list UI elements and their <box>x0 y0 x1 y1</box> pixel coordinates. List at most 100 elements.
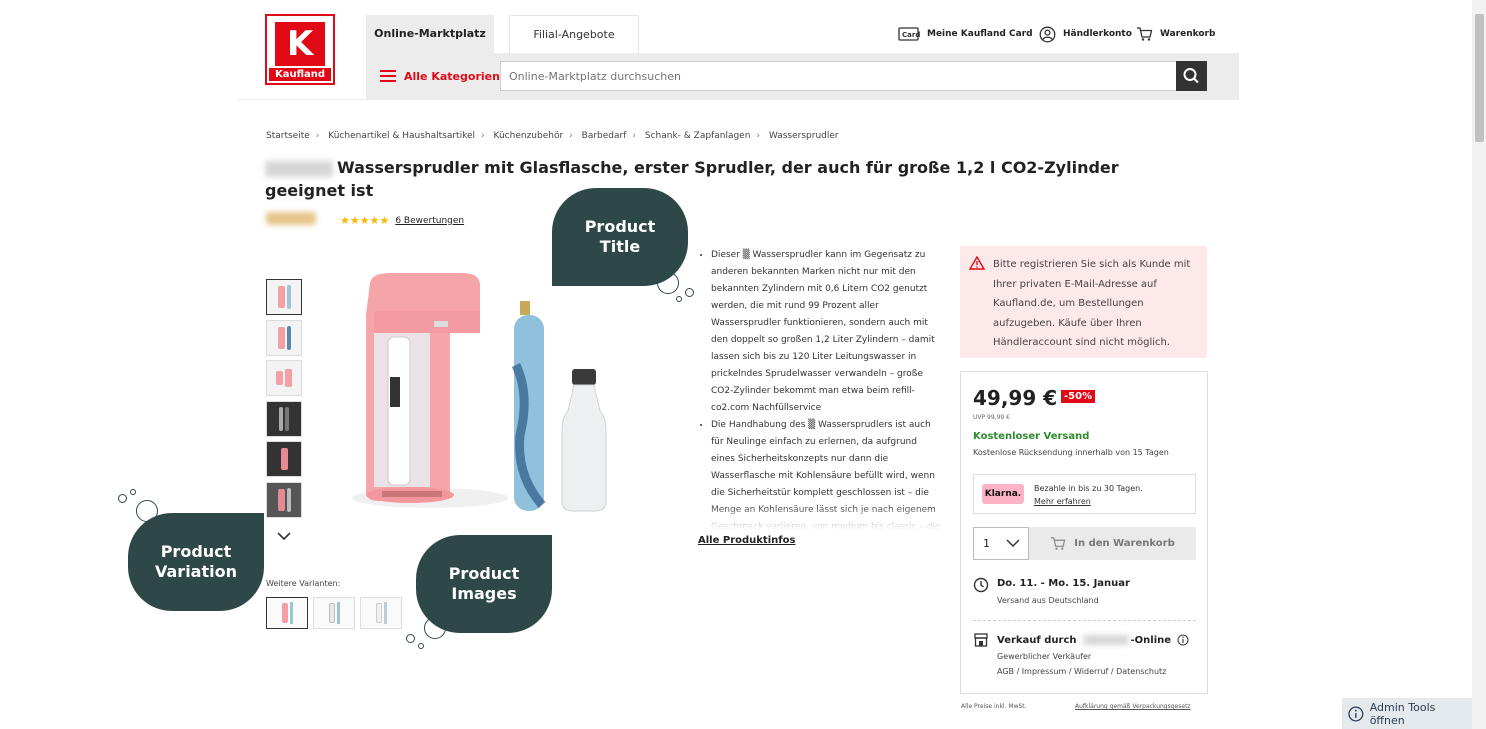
variant-thumbnail[interactable] <box>266 597 308 629</box>
brand-logo-redacted <box>266 212 316 225</box>
thumbnail[interactable] <box>266 401 302 437</box>
delivery-date: Do. 11. - Mo. 15. Januar <box>997 578 1130 589</box>
quantity-value: 1 <box>983 537 990 550</box>
chevron-down-icon <box>1006 539 1020 548</box>
search-input[interactable] <box>500 61 1177 91</box>
card-icon: Card <box>898 27 920 41</box>
breadcrumb-item[interactable]: Wassersprudler <box>769 131 839 141</box>
add-to-cart-button[interactable]: In den Warenkorb <box>1029 527 1196 560</box>
logo-wordmark: Kaufland <box>269 68 331 81</box>
registration-notice: Bitte registrieren Sie sich als Kunde mi… <box>960 246 1207 358</box>
warning-icon <box>969 256 985 270</box>
klarna-more-link[interactable]: Mehr erfahren <box>1034 495 1143 508</box>
variant-thumbnail[interactable] <box>313 597 355 629</box>
header-divider <box>238 99 1238 100</box>
clock-icon <box>973 577 989 593</box>
kaufland-logo[interactable]: K Kaufland <box>265 14 335 85</box>
uvp-price: UVP 99,99 € <box>973 414 1010 421</box>
menu-icon <box>380 70 396 82</box>
product-title: Wassersprudler mit Glasflasche, erster S… <box>265 158 1119 200</box>
klarna-text: Bezahle in bis zu 30 Tagen. <box>1034 484 1143 493</box>
tab-online-marktplatz[interactable]: Online-Marktplatz <box>366 15 494 53</box>
quantity-select[interactable]: 1 <box>973 527 1029 560</box>
callout-text: Product Images <box>448 564 520 603</box>
admin-tools-button[interactable]: Admin Tools öffnen <box>1342 698 1472 729</box>
brand-name-redacted <box>265 160 333 177</box>
haendlerkonto-label: Händlerkonto <box>1063 29 1132 39</box>
callout-ring <box>424 617 446 639</box>
breadcrumb-item[interactable]: Schank- & Zapfanlagen <box>645 131 751 141</box>
delivery-origin: Versand aus Deutschland <box>997 596 1099 605</box>
discount-badge: -50% <box>1061 390 1096 403</box>
free-shipping: Kostenloser Versand <box>973 431 1090 442</box>
scrollbar-thumb[interactable] <box>1475 14 1484 142</box>
seller-info: Verkauf durch -Online Gewerblicher Verkä… <box>973 632 1189 676</box>
callout-text: Product Variation <box>155 542 237 581</box>
breadcrumb-item[interactable]: Startseite <box>266 131 310 141</box>
klarna-logo: Klarna. <box>982 484 1024 504</box>
callout-ring <box>130 489 136 495</box>
cart-link[interactable]: Warenkorb <box>1136 24 1215 44</box>
delivery-info: Do. 11. - Mo. 15. Januar Versand aus Deu… <box>973 577 1130 605</box>
svg-text:Card: Card <box>902 31 920 39</box>
product-image[interactable] <box>330 255 670 535</box>
product-title-block: Wassersprudler mit Glasflasche, erster S… <box>265 156 1165 202</box>
chevron-down-icon[interactable] <box>276 527 292 546</box>
returns-info: Kostenlose Rücksendung innerhalb von 15 … <box>973 448 1169 457</box>
thumbnail[interactable] <box>266 320 302 356</box>
callout-ring <box>136 500 158 522</box>
seller-type: Gewerblicher Verkäufer <box>997 652 1092 661</box>
admin-tools-label: Admin Tools öffnen <box>1369 700 1436 727</box>
thumbnail[interactable] <box>266 360 302 396</box>
product-description: Dieser ▒ Wassersprudler kann im Gegensat… <box>699 247 941 530</box>
packaging-law-link[interactable]: Aufklärung gemäß Verpackungsgesetz <box>1075 703 1191 710</box>
variant-thumbnail[interactable] <box>360 597 402 629</box>
search-icon <box>1183 68 1199 84</box>
thumbnail[interactable] <box>266 441 302 477</box>
klarna-box: Klarna. Bezahle in bis zu 30 Tagen. Mehr… <box>973 474 1196 514</box>
info-icon[interactable] <box>1177 634 1189 646</box>
callout-ring <box>418 643 424 649</box>
rating[interactable]: ★★★★★ 6 Bewertungen <box>340 214 464 227</box>
seller-name-redacted <box>1082 635 1129 645</box>
callout-ring <box>657 272 679 294</box>
thumbnail[interactable] <box>266 279 302 315</box>
cart-icon <box>1051 537 1066 550</box>
callout-ring <box>685 288 694 297</box>
tab-filial-angebote[interactable]: Filial-Angebote <box>509 15 639 53</box>
seller-suffix: -Online <box>1130 634 1172 646</box>
kaufland-card-link[interactable]: Card Meine Kaufland Card <box>898 24 1033 44</box>
reviews-link[interactable]: 6 Bewertungen <box>395 216 464 226</box>
prices-note: Alle Preise inkl. MwSt. <box>961 703 1027 710</box>
callout-ring <box>406 634 415 643</box>
user-icon <box>1039 26 1056 42</box>
all-categories-label: Alle Kategorien <box>404 69 500 83</box>
haendlerkonto-link[interactable]: Händlerkonto <box>1039 24 1132 44</box>
price: 49,99 € <box>973 386 1058 410</box>
breadcrumb-item[interactable]: Barbedarf <box>582 131 627 141</box>
description-item: Dieser ▒ Wassersprudler kann im Gegensat… <box>711 247 941 417</box>
buy-box: 49,99 € -50% UVP 99,99 € Kostenloser Ver… <box>960 371 1208 694</box>
search-button[interactable] <box>1176 61 1207 91</box>
breadcrumb: Startseite › Küchenartikel & Haushaltsart… <box>266 131 839 141</box>
variants-label: Weitere Varianten: <box>266 579 341 588</box>
seller-prefix: Verkauf durch <box>997 634 1077 646</box>
notice-text: Bitte registrieren Sie sich als Kunde mi… <box>993 259 1191 348</box>
rating-stars: ★★★★★ <box>340 214 390 227</box>
all-product-info-link[interactable]: Alle Produktinfos <box>698 535 795 546</box>
store-icon <box>974 633 988 647</box>
all-categories-button[interactable]: Alle Kategorien <box>380 66 500 86</box>
breadcrumb-item[interactable]: Küchenzubehör <box>494 131 564 141</box>
add-to-cart-label: In den Warenkorb <box>1074 538 1175 549</box>
callout-ring <box>676 296 682 302</box>
kaufland-card-label: Meine Kaufland Card <box>927 29 1033 39</box>
seller-legal-links[interactable]: AGB / Impressum / Widerruf / Datenschutz <box>997 667 1166 676</box>
info-icon <box>1348 705 1364 722</box>
breadcrumb-item[interactable]: Küchenartikel & Haushaltsartikel <box>328 131 475 141</box>
callout-product-variation: Product Variation <box>128 513 264 611</box>
callout-ring <box>118 494 127 503</box>
callout-text: Product Title <box>584 217 656 256</box>
thumbnail[interactable] <box>266 482 302 518</box>
cart-icon <box>1137 27 1153 41</box>
cart-label: Warenkorb <box>1160 29 1216 39</box>
